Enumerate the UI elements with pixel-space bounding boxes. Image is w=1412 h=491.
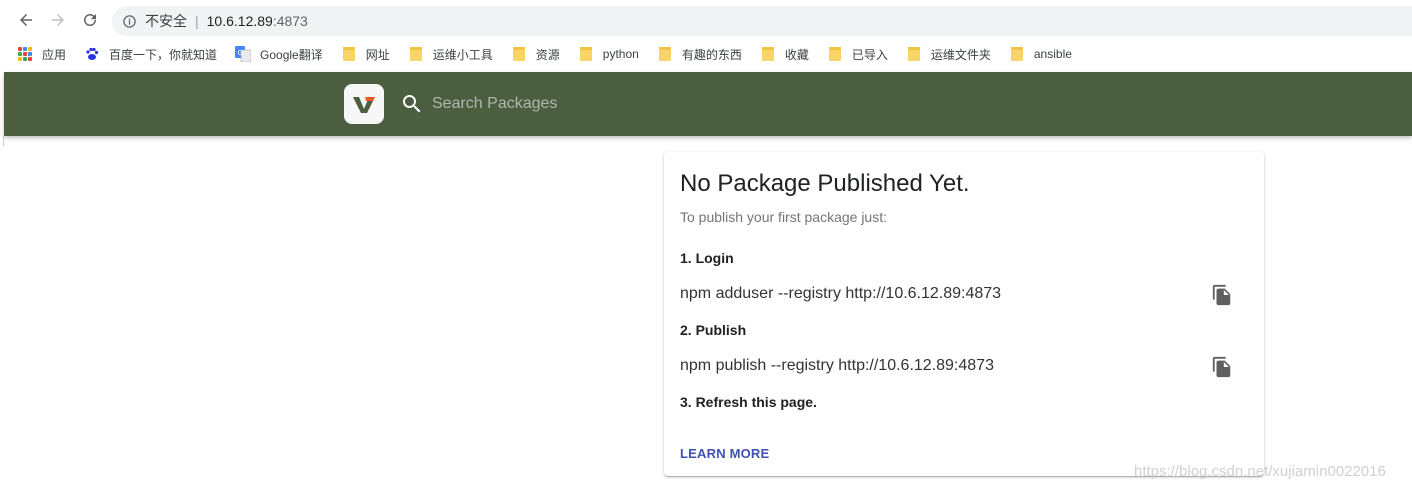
bookmark-label: 收藏 [784, 47, 809, 62]
card-title: No Package Published Yet. [680, 170, 970, 197]
bookmark-label: ansible [1033, 47, 1072, 61]
arrow-left-icon [20, 14, 32, 26]
folder-icon [511, 46, 527, 62]
search-icon [400, 92, 424, 116]
url-port: :4873 [272, 13, 308, 29]
bookmark-label: 运维文件夹 [930, 47, 991, 62]
bookmarks-bar: 应用 百度一下，你就知道 G Google翻译 网址 运维小工具 资源 pyth… [0, 40, 1412, 68]
bookmark-folder[interactable]: 收藏 [760, 46, 809, 63]
card-subtitle: To publish your first package just: [680, 209, 887, 225]
bookmark-google-translate[interactable]: G Google翻译 [235, 46, 323, 63]
app-header [4, 72, 1412, 136]
bookmark-folder[interactable]: 已导入 [827, 46, 888, 63]
step-login-label: 1. Login [680, 250, 734, 266]
browser-toolbar: 不安全 | 10.6.12.89 :4873 [0, 0, 1412, 40]
step-refresh-label: 3. Refresh this page. [680, 394, 817, 410]
copy-icon [1212, 284, 1231, 306]
bookmark-folder[interactable]: 有趣的东西 [657, 46, 742, 63]
url-separator: | [195, 13, 199, 29]
forward-button[interactable] [46, 8, 70, 32]
url-host: 10.6.12.89 [206, 13, 273, 29]
bookmark-folder[interactable]: 网址 [341, 46, 390, 63]
bookmark-label: 资源 [535, 47, 560, 62]
empty-state-card: No Package Published Yet. To publish you… [664, 152, 1264, 476]
folder-icon [760, 46, 776, 62]
address-bar[interactable]: 不安全 | 10.6.12.89 :4873 [112, 6, 1412, 36]
svg-text:G: G [238, 49, 243, 57]
bookmark-label: 已导入 [851, 47, 888, 62]
publish-command: npm publish --registry http://10.6.12.89… [680, 357, 994, 374]
folder-icon [657, 46, 673, 62]
login-command: npm adduser --registry http://10.6.12.89… [680, 285, 1002, 302]
bookmark-folder[interactable]: 资源 [511, 46, 560, 63]
bookmark-label: python [602, 47, 639, 61]
copy-icon [1212, 356, 1231, 378]
bookmark-folder[interactable]: 运维小工具 [408, 46, 493, 63]
info-icon [123, 14, 136, 28]
bookmark-baidu[interactable]: 百度一下，你就知道 [84, 46, 217, 63]
security-label: 不安全 [145, 13, 187, 29]
copy-publish-button[interactable] [1210, 355, 1234, 379]
bookmark-label: Google翻译 [260, 47, 323, 62]
arrow-right-icon [52, 14, 64, 26]
bookmark-label: 网址 [365, 47, 390, 62]
baidu-icon [84, 46, 100, 62]
back-button[interactable] [14, 8, 38, 32]
bookmark-label: 运维小工具 [432, 47, 493, 62]
bookmark-label: 百度一下，你就知道 [109, 47, 218, 62]
folder-icon [1009, 46, 1025, 62]
bookmark-folder[interactable]: ansible [1009, 46, 1072, 62]
folder-icon [578, 46, 594, 62]
google-translate-icon: G [235, 46, 252, 62]
verdaccio-logo[interactable] [344, 84, 384, 124]
reload-button[interactable] [78, 8, 102, 32]
reload-icon [84, 13, 96, 26]
folder-icon [408, 46, 424, 62]
verdaccio-logo-icon [353, 97, 375, 113]
search-input[interactable] [432, 92, 732, 116]
folder-icon [906, 46, 922, 62]
left-edge-divider [0, 136, 4, 146]
bookmark-folder[interactable]: 运维文件夹 [906, 46, 991, 63]
folder-icon [827, 46, 843, 62]
folder-icon [341, 46, 357, 62]
apps-icon [17, 46, 33, 62]
bookmark-label: 有趣的东西 [681, 47, 742, 62]
step-publish-label: 2. Publish [680, 322, 747, 338]
bookmark-folder[interactable]: python [578, 46, 639, 62]
bookmark-apps[interactable]: 应用 [17, 46, 66, 63]
learn-more-link[interactable]: LEARN MORE [680, 446, 769, 461]
bookmark-label: 应用 [42, 47, 67, 62]
copy-login-button[interactable] [1210, 283, 1234, 307]
watermark: https://blog.csdn.net/xujiamin0022016 [1134, 463, 1386, 480]
